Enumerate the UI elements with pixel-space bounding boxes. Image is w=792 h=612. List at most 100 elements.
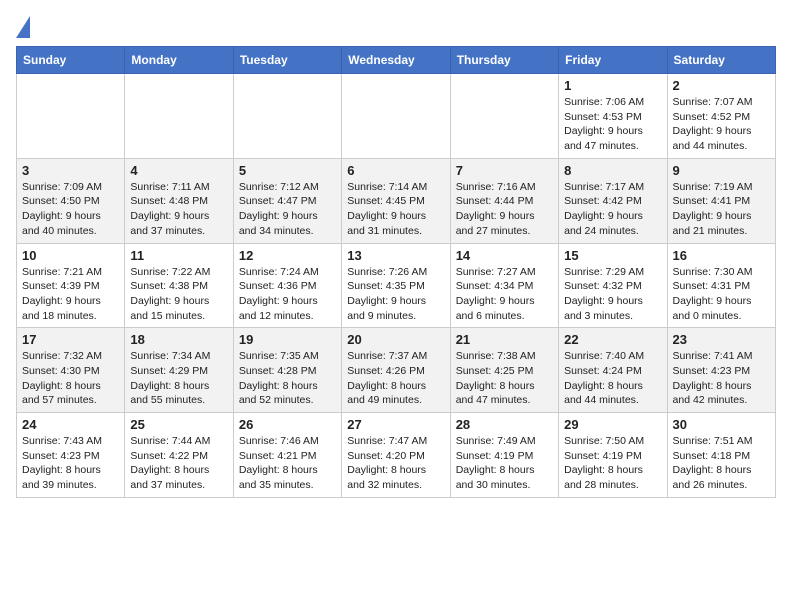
day-number: 20 xyxy=(347,332,444,347)
day-info: Sunrise: 7:47 AM Sunset: 4:20 PM Dayligh… xyxy=(347,434,444,493)
day-number: 8 xyxy=(564,163,661,178)
calendar-cell: 11 Sunrise: 7:22 AM Sunset: 4:38 PM Dayli… xyxy=(125,243,233,328)
calendar-cell: 14 Sunrise: 7:27 AM Sunset: 4:34 PM Dayli… xyxy=(450,243,558,328)
day-info: Sunrise: 7:26 AM Sunset: 4:35 PM Dayligh… xyxy=(347,265,444,324)
calendar-week-1: 1 Sunrise: 7:06 AM Sunset: 4:53 PM Daylig… xyxy=(17,74,776,159)
weekday-header-wednesday: Wednesday xyxy=(342,47,450,74)
day-info: Sunrise: 7:07 AM Sunset: 4:52 PM Dayligh… xyxy=(673,95,770,154)
calendar-cell: 30Sunrise: 7:51 AM Sunset: 4:18 PM Dayli… xyxy=(667,413,775,498)
day-info: Sunrise: 7:06 AM Sunset: 4:53 PM Dayligh… xyxy=(564,95,661,154)
calendar-cell: 6Sunrise: 7:14 AM Sunset: 4:45 PM Daylig… xyxy=(342,158,450,243)
day-number: 24 xyxy=(22,417,119,432)
day-number: 15 xyxy=(564,248,661,263)
calendar-cell: 2 Sunrise: 7:07 AM Sunset: 4:52 PM Daylig… xyxy=(667,74,775,159)
calendar-cell: 17 Sunrise: 7:32 AM Sunset: 4:30 PM Dayli… xyxy=(17,328,125,413)
calendar-cell: 15 Sunrise: 7:29 AM Sunset: 4:32 PM Dayli… xyxy=(559,243,667,328)
day-number: 5 xyxy=(239,163,336,178)
day-info: Sunrise: 7:21 AM Sunset: 4:39 PM Dayligh… xyxy=(22,265,119,324)
day-info: Sunrise: 7:46 AM Sunset: 4:21 PM Dayligh… xyxy=(239,434,336,493)
calendar-week-2: 3 Sunrise: 7:09 AM Sunset: 4:50 PM Daylig… xyxy=(17,158,776,243)
calendar-cell: 21 Sunrise: 7:38 AM Sunset: 4:25 PM Dayli… xyxy=(450,328,558,413)
day-info: Sunrise: 7:09 AM Sunset: 4:50 PM Dayligh… xyxy=(22,180,119,239)
day-info: Sunrise: 7:30 AM Sunset: 4:31 PM Dayligh… xyxy=(673,265,770,324)
day-number: 19 xyxy=(239,332,336,347)
weekday-header-sunday: Sunday xyxy=(17,47,125,74)
day-info: Sunrise: 7:43 AM Sunset: 4:23 PM Dayligh… xyxy=(22,434,119,493)
day-info: Sunrise: 7:24 AM Sunset: 4:36 PM Dayligh… xyxy=(239,265,336,324)
weekday-header-monday: Monday xyxy=(125,47,233,74)
calendar-cell: 8 Sunrise: 7:17 AM Sunset: 4:42 PM Daylig… xyxy=(559,158,667,243)
day-number: 7 xyxy=(456,163,553,178)
day-info: Sunrise: 7:17 AM Sunset: 4:42 PM Dayligh… xyxy=(564,180,661,239)
calendar-cell: 28 Sunrise: 7:49 AM Sunset: 4:19 PM Dayli… xyxy=(450,413,558,498)
calendar-cell xyxy=(342,74,450,159)
calendar-week-3: 10 Sunrise: 7:21 AM Sunset: 4:39 PM Dayli… xyxy=(17,243,776,328)
day-info: Sunrise: 7:32 AM Sunset: 4:30 PM Dayligh… xyxy=(22,349,119,408)
day-number: 3 xyxy=(22,163,119,178)
calendar-cell: 29 Sunrise: 7:50 AM Sunset: 4:19 PM Dayli… xyxy=(559,413,667,498)
day-info: Sunrise: 7:11 AM Sunset: 4:48 PM Dayligh… xyxy=(130,180,227,239)
day-info: Sunrise: 7:38 AM Sunset: 4:25 PM Dayligh… xyxy=(456,349,553,408)
day-number: 14 xyxy=(456,248,553,263)
day-info: Sunrise: 7:12 AM Sunset: 4:47 PM Dayligh… xyxy=(239,180,336,239)
logo-icon xyxy=(16,16,30,38)
day-number: 1 xyxy=(564,78,661,93)
day-number: 27 xyxy=(347,417,444,432)
day-number: 11 xyxy=(130,248,227,263)
day-number: 9 xyxy=(673,163,770,178)
calendar-cell: 1 Sunrise: 7:06 AM Sunset: 4:53 PM Daylig… xyxy=(559,74,667,159)
day-number: 17 xyxy=(22,332,119,347)
calendar-cell: 13Sunrise: 7:26 AM Sunset: 4:35 PM Dayli… xyxy=(342,243,450,328)
calendar-cell xyxy=(125,74,233,159)
calendar-cell: 27 Sunrise: 7:47 AM Sunset: 4:20 PM Dayli… xyxy=(342,413,450,498)
day-number: 21 xyxy=(456,332,553,347)
calendar-cell: 16 Sunrise: 7:30 AM Sunset: 4:31 PM Dayli… xyxy=(667,243,775,328)
day-info: Sunrise: 7:49 AM Sunset: 4:19 PM Dayligh… xyxy=(456,434,553,493)
calendar-cell: 9 Sunrise: 7:19 AM Sunset: 4:41 PM Daylig… xyxy=(667,158,775,243)
day-number: 2 xyxy=(673,78,770,93)
day-info: Sunrise: 7:16 AM Sunset: 4:44 PM Dayligh… xyxy=(456,180,553,239)
day-number: 25 xyxy=(130,417,227,432)
day-info: Sunrise: 7:29 AM Sunset: 4:32 PM Dayligh… xyxy=(564,265,661,324)
calendar-cell: 20 Sunrise: 7:37 AM Sunset: 4:26 PM Dayli… xyxy=(342,328,450,413)
day-info: Sunrise: 7:37 AM Sunset: 4:26 PM Dayligh… xyxy=(347,349,444,408)
calendar-cell: 10 Sunrise: 7:21 AM Sunset: 4:39 PM Dayli… xyxy=(17,243,125,328)
calendar-cell: 19 Sunrise: 7:35 AM Sunset: 4:28 PM Dayli… xyxy=(233,328,341,413)
weekday-header-thursday: Thursday xyxy=(450,47,558,74)
calendar-cell: 22 Sunrise: 7:40 AM Sunset: 4:24 PM Dayli… xyxy=(559,328,667,413)
weekday-header-saturday: Saturday xyxy=(667,47,775,74)
calendar-cell xyxy=(17,74,125,159)
day-number: 28 xyxy=(456,417,553,432)
calendar-cell: 7 Sunrise: 7:16 AM Sunset: 4:44 PM Daylig… xyxy=(450,158,558,243)
calendar-cell: 26Sunrise: 7:46 AM Sunset: 4:21 PM Dayli… xyxy=(233,413,341,498)
day-number: 23 xyxy=(673,332,770,347)
day-info: Sunrise: 7:34 AM Sunset: 4:29 PM Dayligh… xyxy=(130,349,227,408)
calendar-cell xyxy=(233,74,341,159)
calendar-table: SundayMondayTuesdayWednesdayThursdayFrid… xyxy=(16,46,776,498)
calendar-cell: 18Sunrise: 7:34 AM Sunset: 4:29 PM Dayli… xyxy=(125,328,233,413)
calendar-week-5: 24 Sunrise: 7:43 AM Sunset: 4:23 PM Dayli… xyxy=(17,413,776,498)
page-header xyxy=(16,16,776,38)
calendar-cell xyxy=(450,74,558,159)
day-info: Sunrise: 7:27 AM Sunset: 4:34 PM Dayligh… xyxy=(456,265,553,324)
calendar-cell: 3 Sunrise: 7:09 AM Sunset: 4:50 PM Daylig… xyxy=(17,158,125,243)
day-info: Sunrise: 7:41 AM Sunset: 4:23 PM Dayligh… xyxy=(673,349,770,408)
day-info: Sunrise: 7:14 AM Sunset: 4:45 PM Dayligh… xyxy=(347,180,444,239)
day-number: 22 xyxy=(564,332,661,347)
day-number: 29 xyxy=(564,417,661,432)
calendar-cell: 4Sunrise: 7:11 AM Sunset: 4:48 PM Daylig… xyxy=(125,158,233,243)
day-info: Sunrise: 7:40 AM Sunset: 4:24 PM Dayligh… xyxy=(564,349,661,408)
day-number: 30 xyxy=(673,417,770,432)
calendar-cell: 23 Sunrise: 7:41 AM Sunset: 4:23 PM Dayli… xyxy=(667,328,775,413)
day-info: Sunrise: 7:35 AM Sunset: 4:28 PM Dayligh… xyxy=(239,349,336,408)
day-number: 16 xyxy=(673,248,770,263)
calendar-cell: 12 Sunrise: 7:24 AM Sunset: 4:36 PM Dayli… xyxy=(233,243,341,328)
day-info: Sunrise: 7:44 AM Sunset: 4:22 PM Dayligh… xyxy=(130,434,227,493)
calendar-cell: 5 Sunrise: 7:12 AM Sunset: 4:47 PM Daylig… xyxy=(233,158,341,243)
day-info: Sunrise: 7:50 AM Sunset: 4:19 PM Dayligh… xyxy=(564,434,661,493)
day-number: 10 xyxy=(22,248,119,263)
calendar-cell: 25 Sunrise: 7:44 AM Sunset: 4:22 PM Dayli… xyxy=(125,413,233,498)
day-number: 12 xyxy=(239,248,336,263)
day-info: Sunrise: 7:22 AM Sunset: 4:38 PM Dayligh… xyxy=(130,265,227,324)
day-info: Sunrise: 7:19 AM Sunset: 4:41 PM Dayligh… xyxy=(673,180,770,239)
